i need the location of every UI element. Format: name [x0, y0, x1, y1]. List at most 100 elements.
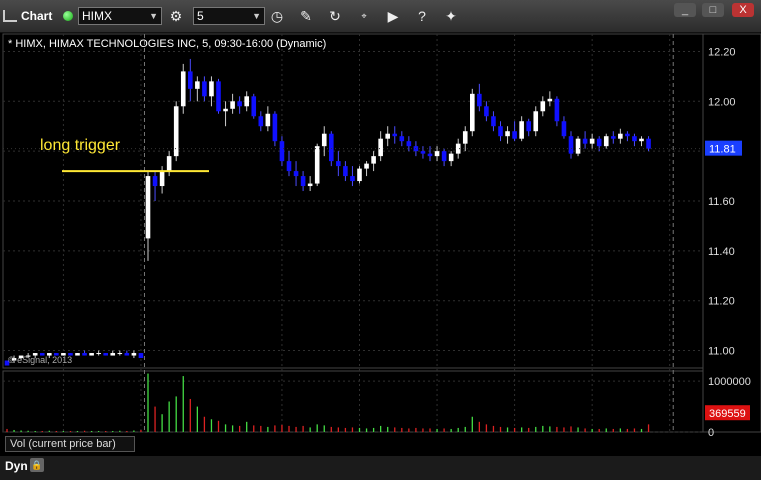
price-tick-label: 11.60: [708, 196, 735, 208]
candle-body: [188, 71, 193, 89]
candle-body: [209, 81, 214, 97]
candle-body: [124, 353, 130, 356]
candle-body: [279, 141, 285, 162]
candle-body: [265, 113, 271, 127]
price-axis-panel: [702, 33, 761, 433]
candle-body: [343, 166, 348, 177]
candle-body: [561, 121, 567, 137]
candle-body: [145, 176, 151, 239]
candle-body: [519, 121, 524, 139]
candle-body: [596, 138, 602, 147]
candle-body: [378, 138, 383, 157]
candle-body: [420, 151, 426, 154]
candle-body: [321, 133, 327, 147]
candle-body: [103, 353, 108, 356]
candle-body: [448, 153, 454, 162]
candle-body: [202, 81, 207, 97]
candle-body: [237, 101, 242, 107]
candle-body: [364, 163, 369, 169]
candle-body: [258, 116, 264, 127]
annotation-label: long trigger: [40, 137, 121, 154]
candle-body: [152, 176, 158, 187]
candle-body: [223, 108, 228, 112]
volume-panel: [2, 370, 704, 433]
lock-icon[interactable]: 🔒: [30, 458, 44, 472]
volume-tick-label: 1000000: [708, 376, 751, 388]
candle-body: [568, 136, 574, 154]
price-chart[interactable]: 12.2012.0011.8011.6011.4011.2011.0010000…: [0, 0, 761, 456]
candle-body: [427, 153, 433, 157]
candle-body: [477, 93, 482, 107]
chart-header: * HIMX, HIMAX TECHNOLOGIES INC, 5, 09:30…: [8, 38, 327, 50]
candle-body: [582, 138, 588, 144]
candle-body: [547, 98, 553, 102]
candle-body: [406, 141, 412, 147]
candle-body: [244, 96, 249, 107]
candle-body: [216, 81, 221, 112]
candle-body: [314, 146, 320, 184]
volume-study-label[interactable]: Vol (current price bar): [5, 436, 135, 452]
candle-body: [180, 71, 186, 107]
candle-body: [603, 136, 609, 147]
candle-body: [554, 98, 560, 122]
candle-body: [484, 106, 489, 117]
candle-body: [639, 138, 644, 142]
candle-body: [498, 126, 503, 137]
candle-body: [166, 156, 172, 172]
candle-body: [512, 131, 517, 139]
candle-body: [117, 353, 123, 355]
last-price-label: 11.81: [709, 144, 736, 156]
watermark: © eSignal, 2013: [8, 355, 73, 365]
candle-body: [336, 161, 341, 167]
candle-body: [505, 131, 510, 137]
candle-body: [329, 133, 334, 162]
candle-body: [632, 136, 637, 142]
candle-body: [82, 353, 87, 356]
candle-body: [625, 133, 630, 137]
candle-body: [470, 93, 475, 132]
price-tick-label: 11.00: [708, 346, 735, 358]
candle-body: [589, 138, 595, 144]
volume-tick-label: 0: [708, 427, 714, 439]
candle-body: [399, 136, 405, 142]
candle-body: [293, 171, 299, 177]
candle-body: [89, 353, 94, 356]
candle-body: [611, 136, 616, 139]
price-tick-label: 11.40: [708, 246, 735, 258]
candle-body: [646, 138, 651, 149]
candle-body: [159, 171, 165, 187]
candle-body: [533, 111, 539, 132]
candle-body: [110, 353, 116, 356]
candle-body: [385, 133, 390, 139]
price-tick-label: 12.00: [708, 96, 736, 108]
candle-body: [307, 183, 313, 187]
candle-body: [371, 156, 376, 164]
candle-body: [230, 101, 235, 109]
time-axis-bar: [0, 456, 761, 480]
candle-body: [75, 353, 80, 356]
candle-body: [462, 131, 468, 144]
candle-body: [300, 176, 306, 187]
candle-body: [131, 353, 137, 356]
candle-body: [540, 101, 546, 112]
candle-body: [286, 161, 292, 172]
candle-body: [434, 151, 440, 157]
candle-body: [357, 168, 362, 182]
candle-body: [195, 81, 200, 89]
candle-body: [392, 133, 398, 137]
price-tick-label: 11.20: [708, 296, 735, 308]
candle-body: [272, 113, 278, 142]
candle-body: [526, 121, 531, 132]
candle-body: [138, 353, 144, 359]
candle-body: [173, 106, 179, 157]
candle-body: [441, 151, 447, 162]
last-volume-label: 369559: [709, 408, 746, 420]
candle-body: [618, 133, 623, 139]
candle-body: [350, 176, 355, 182]
price-tick-label: 12.20: [708, 46, 736, 58]
dynamic-mode-label[interactable]: Dyn: [5, 459, 28, 473]
candle-body: [251, 96, 257, 117]
candle-body: [491, 116, 496, 127]
candle-body: [96, 353, 101, 355]
candle-body: [575, 138, 581, 154]
